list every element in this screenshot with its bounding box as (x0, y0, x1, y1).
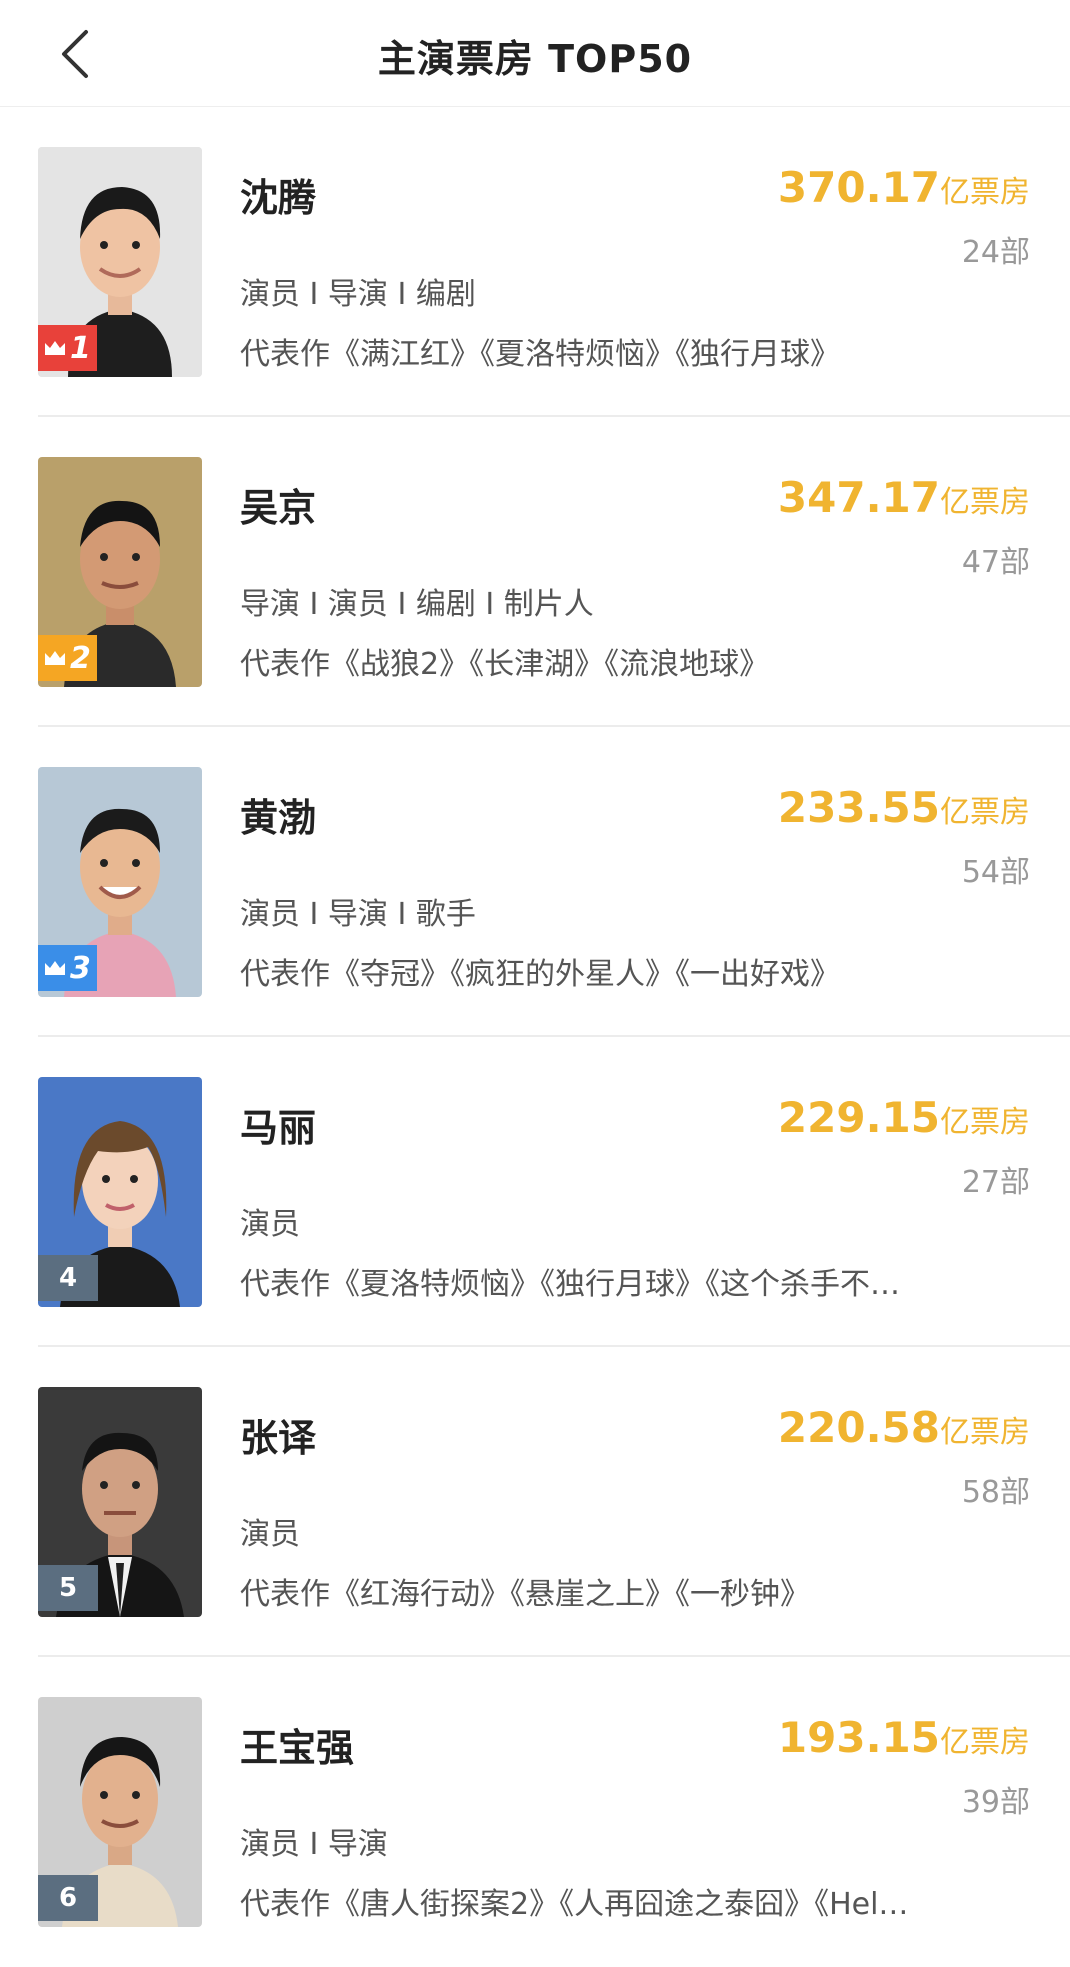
list-item[interactable]: 1 沈腾 370.17亿票房 24部 演员 I 导演 I 编剧 代表作《满江红》… (0, 107, 1070, 417)
representative-works: 代表作《夺冠》《疯狂的外星人》《一出好戏》 (240, 957, 840, 992)
avatar: 3 (38, 767, 202, 997)
representative-works: 代表作《红海行动》《悬崖之上》《一秒钟》 (240, 1577, 810, 1612)
rank-badge: 2 (38, 635, 97, 681)
rank-number: 3 (70, 950, 91, 986)
box-office: 193.15亿票房 (778, 1713, 1030, 1762)
avatar: 5 (38, 1387, 202, 1617)
rank-number: 5 (58, 1573, 78, 1603)
box-office: 233.55亿票房 (778, 783, 1030, 832)
actor-ranking-list: 1 沈腾 370.17亿票房 24部 演员 I 导演 I 编剧 代表作《满江红》… (0, 107, 1070, 1967)
box-office-value: 233.55 (777, 783, 940, 832)
list-item[interactable]: 6 王宝强 193.15亿票房 39部 演员 I 导演 代表作《唐人街探案2》《… (0, 1657, 1070, 1967)
box-office: 370.17亿票房 (778, 163, 1030, 212)
box-office-unit: 亿票房 (940, 1415, 1030, 1450)
actor-name: 吴京 (240, 486, 317, 530)
actor-name: 马丽 (240, 1106, 317, 1150)
representative-works: 代表作《满江红》《夏洛特烦恼》《独行月球》 (240, 337, 840, 372)
film-count: 24部 (961, 235, 1030, 270)
list-item[interactable]: 3 黄渤 233.55亿票房 54部 演员 I 导演 I 歌手 代表作《夺冠》《… (0, 727, 1070, 1037)
avatar: 4 (38, 1077, 202, 1307)
box-office-value: 347.17 (777, 473, 940, 522)
film-count: 39部 (961, 1785, 1030, 1820)
box-office-unit: 亿票房 (940, 175, 1030, 210)
rank-number: 2 (70, 640, 91, 676)
actor-roles: 演员 (240, 1517, 300, 1552)
box-office-value: 229.15 (777, 1093, 940, 1142)
rank-badge: 1 (38, 325, 97, 371)
box-office: 220.58亿票房 (778, 1403, 1030, 1452)
rank-badge: 6 (38, 1875, 98, 1921)
actor-roles: 演员 (240, 1207, 300, 1242)
actor-roles: 导演 I 演员 I 编剧 I 制片人 (240, 587, 594, 622)
actor-roles: 演员 I 导演 I 编剧 (240, 277, 476, 312)
list-item[interactable]: 4 马丽 229.15亿票房 27部 演员 代表作《夏洛特烦恼》《独行月球》《这… (0, 1037, 1070, 1347)
avatar: 6 (38, 1697, 202, 1927)
crown-icon (44, 959, 66, 977)
representative-works: 代表作《战狼2》《长津湖》《流浪地球》 (240, 647, 770, 682)
rank-number: 4 (58, 1263, 78, 1293)
list-item[interactable]: 5 张译 220.58亿票房 58部 演员 代表作《红海行动》《悬崖之上》《一秒… (0, 1347, 1070, 1657)
box-office-unit: 亿票房 (940, 1725, 1030, 1760)
avatar: 2 (38, 457, 202, 687)
box-office: 229.15亿票房 (778, 1093, 1030, 1142)
film-count: 58部 (961, 1475, 1030, 1510)
representative-works: 代表作《夏洛特烦恼》《独行月球》《这个杀手不… (240, 1267, 900, 1302)
box-office-value: 370.17 (777, 163, 940, 212)
rank-badge: 4 (38, 1255, 98, 1301)
actor-roles: 演员 I 导演 I 歌手 (240, 897, 476, 932)
page-title: 主演票房 TOP50 (377, 37, 693, 81)
rank-number: 1 (70, 330, 91, 366)
box-office-unit: 亿票房 (940, 795, 1030, 830)
rank-number: 6 (58, 1883, 78, 1913)
box-office-value: 193.15 (777, 1713, 940, 1762)
actor-name: 王宝强 (240, 1726, 355, 1770)
top-nav-bar: 主演票房 TOP50 (0, 0, 1070, 107)
actor-roles: 演员 I 导演 (240, 1827, 388, 1862)
box-office: 347.17亿票房 (778, 473, 1030, 522)
box-office-unit: 亿票房 (940, 1105, 1030, 1140)
box-office-unit: 亿票房 (940, 485, 1030, 520)
crown-icon (44, 649, 66, 667)
actor-name: 黄渤 (240, 796, 317, 840)
representative-works: 代表作《唐人街探案2》《人再囧途之泰囧》《Hel… (240, 1887, 909, 1922)
list-item[interactable]: 2 吴京 347.17亿票房 47部 导演 I 演员 I 编剧 I 制片人 代表… (0, 417, 1070, 727)
rank-badge: 5 (38, 1565, 98, 1611)
box-office-value: 220.58 (777, 1403, 940, 1452)
crown-icon (44, 339, 66, 357)
avatar: 1 (38, 147, 202, 377)
film-count: 47部 (961, 545, 1030, 580)
rank-badge: 3 (38, 945, 97, 991)
film-count: 27部 (961, 1165, 1030, 1200)
film-count: 54部 (961, 855, 1030, 890)
actor-name: 张译 (240, 1416, 317, 1460)
actor-name: 沈腾 (240, 176, 317, 220)
